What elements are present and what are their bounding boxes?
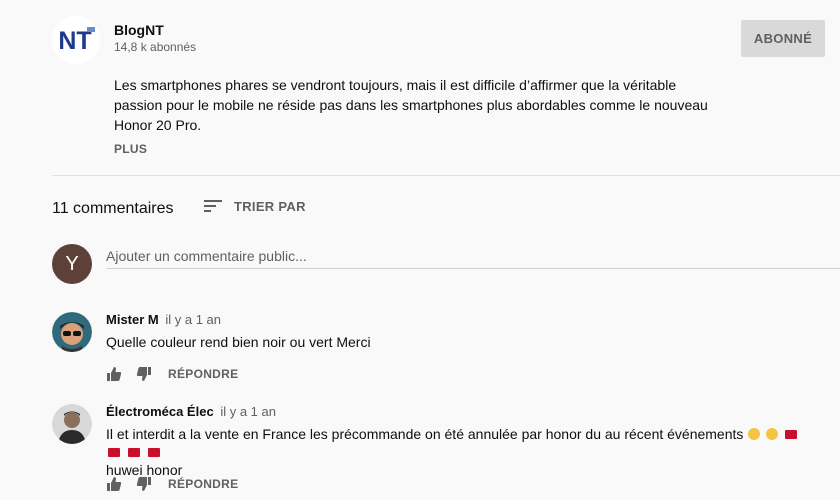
reply-button[interactable]: RÉPONDRE [168,367,238,381]
comment-actions: RÉPONDRE [106,366,238,382]
comments-page: NT BlogNT 14,8 k abonnés ABONNÉ Les smar… [0,0,840,500]
show-more-button[interactable]: PLUS [114,142,147,156]
comment-time[interactable]: il y a 1 an [220,404,276,419]
thumbs-down-icon[interactable] [136,476,152,492]
flag-emoji-icon [785,430,798,439]
flag-emoji-icon [147,448,160,457]
channel-name[interactable]: BlogNT [114,22,164,38]
comment-header: Électroméca Élec il y a 1 an [106,404,276,419]
user-avatar[interactable]: Y [52,244,92,284]
video-description: Les smartphones phares se vendront toujo… [114,75,714,135]
comment-author[interactable]: Mister M [106,312,159,327]
channel-logo: NT [52,16,100,64]
flag-emoji-icon [108,448,120,457]
commenter-avatar[interactable] [52,404,92,444]
reply-button[interactable]: RÉPONDRE [168,477,238,491]
comment-time[interactable]: il y a 1 an [165,312,221,327]
description-line: Honor 20 Pro. [114,117,202,133]
comment-text: Il et interdit a la vente en France les … [106,425,806,479]
comment-header: Mister M il y a 1 an [106,312,221,327]
thumbs-up-icon[interactable] [106,476,122,492]
description-line: passion pour le mobile ne réside pas dan… [114,97,708,113]
description-line: Les smartphones phares se vendront toujo… [114,77,677,93]
sort-icon [204,198,224,214]
channel-header: NT BlogNT 14,8 k abonnés ABONNÉ [52,14,840,74]
thumbs-up-icon[interactable] [106,366,122,382]
add-comment-input[interactable] [106,244,840,269]
channel-avatar[interactable]: NT [52,16,100,64]
thumbs-down-icon[interactable] [136,366,152,382]
divider [52,175,840,176]
comment-count: 11 commentaires [52,200,174,217]
subscribe-button[interactable]: ABONNÉ [741,20,825,57]
comment-text-body: Il et interdit a la vente en France les … [106,426,744,442]
grin-emoji-icon [748,428,761,440]
sort-button[interactable]: TRIER PAR [204,198,306,214]
subscriber-count: 14,8 k abonnés [114,40,197,54]
flag-emoji-icon [127,448,140,457]
comment-text: Quelle couleur rend bien noir ou vert Me… [106,334,371,350]
sort-label: TRIER PAR [234,198,306,214]
channel-logo-text: NT [58,27,91,55]
comment-actions: RÉPONDRE [106,476,238,492]
comment-author[interactable]: Électroméca Élec [106,404,214,419]
commenter-avatar[interactable] [52,312,92,352]
grin-emoji-icon [766,428,779,440]
